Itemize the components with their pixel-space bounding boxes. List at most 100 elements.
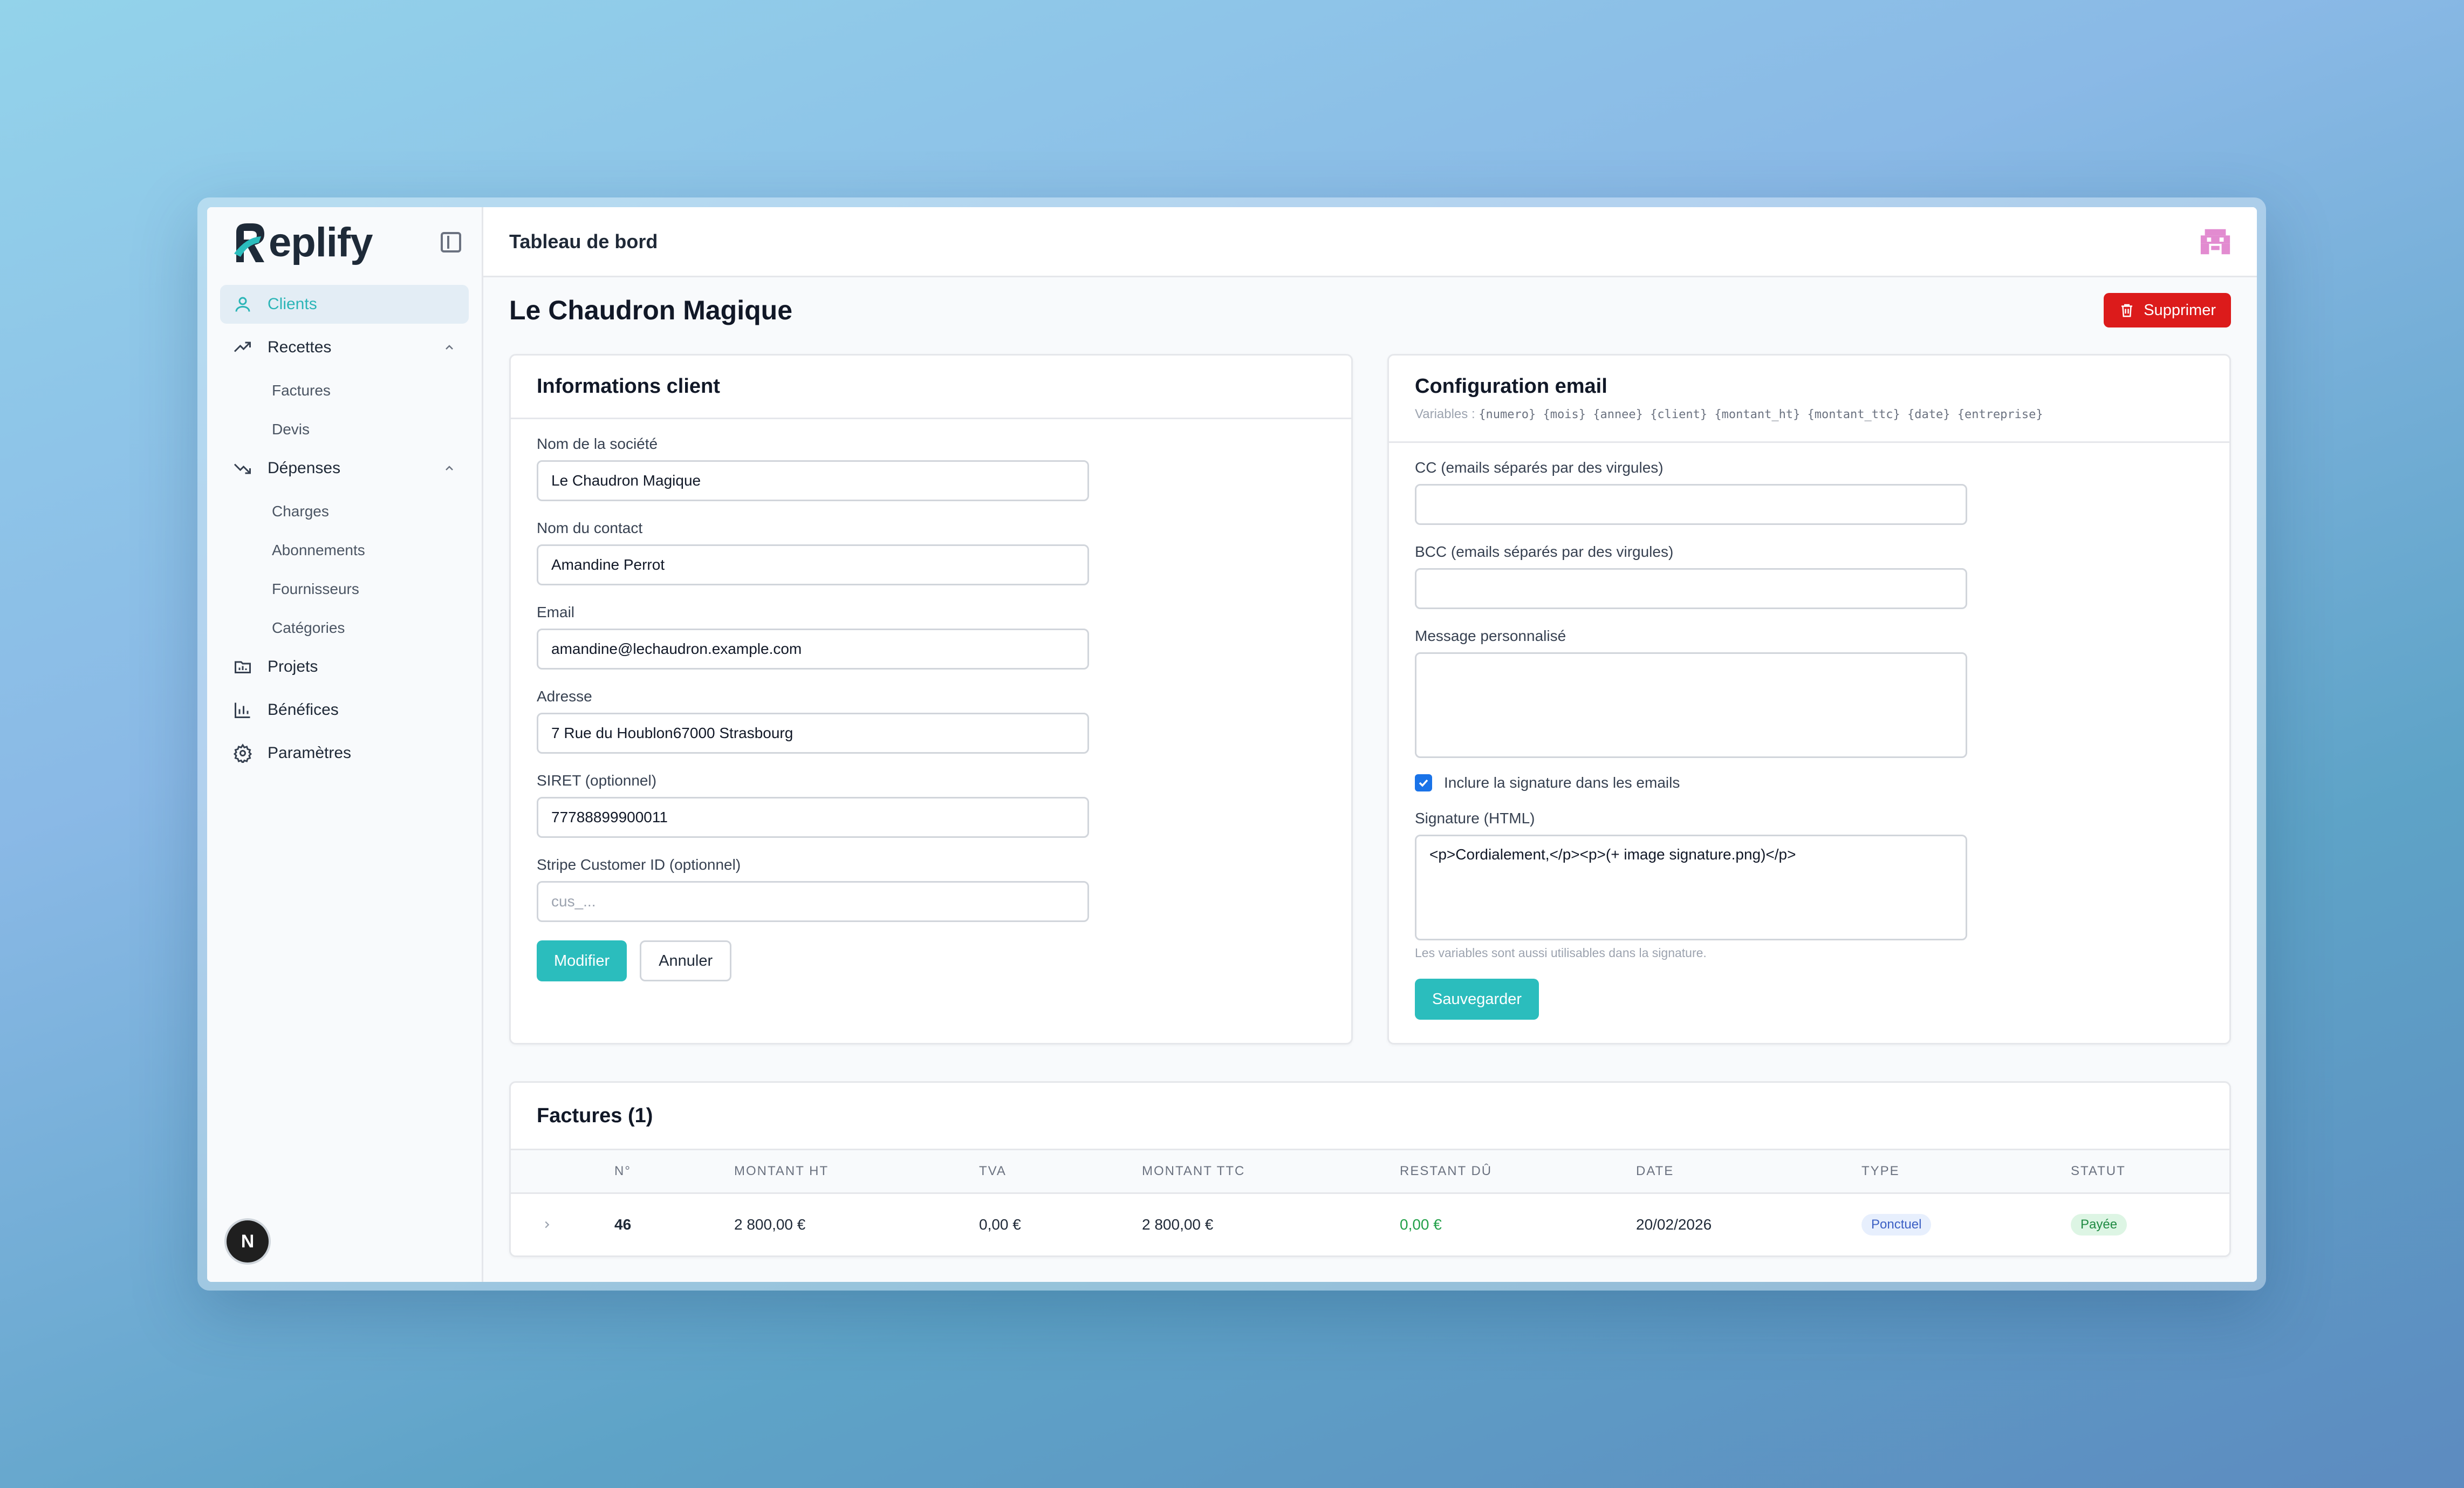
cards-row: Informations client Nom de la société Le… [483, 331, 2257, 1045]
email-input[interactable]: amandine@lechaudron.example.com [537, 629, 1089, 670]
col-header-statut: STATUT [2071, 1164, 2126, 1178]
bar-chart-icon [235, 702, 250, 718]
sidebar-subitem-factures[interactable]: Factures [220, 371, 469, 410]
sidebar-item-parametres[interactable]: Paramètres [220, 734, 469, 773]
page-header: Le Chaudron Magique Supprimer [483, 277, 2257, 331]
chevron-up-icon[interactable] [443, 341, 456, 354]
variables-list: {numero} {mois} {annee} {client} {montan… [1479, 408, 2043, 421]
signature-checkbox-label: Inclure la signature dans les emails [1444, 774, 1680, 791]
contact-name-input[interactable]: Amandine Perrot [537, 544, 1089, 585]
sidebar-item-recettes[interactable]: Recettes [220, 328, 469, 367]
app-name: eplify [269, 220, 373, 265]
card-body: CC (emails séparés par des virgules) BCC… [1389, 443, 2229, 1036]
client-info-card: Informations client Nom de la société Le… [509, 354, 1353, 1045]
save-button[interactable]: Sauvegarder [1415, 979, 1539, 1020]
field-siret: SIRET (optionnel) 77788899900011 [537, 772, 1325, 838]
chevron-up-icon[interactable] [443, 462, 456, 475]
topbar-title: Tableau de bord [509, 230, 658, 252]
invoices-card: Factures (1) N° MONTANT HT TVA MONTANT T… [509, 1081, 2231, 1257]
sidebar-item-label: Projets [268, 658, 318, 675]
col-header-montant-ttc: MONTANT TTC [1142, 1164, 1245, 1178]
address-input[interactable]: 7 Rue du Houblon67000 Strasbourg [537, 713, 1089, 754]
signature-textarea[interactable]: <p>Cordialement,</p><p>(+ image signatur… [1415, 835, 1967, 940]
sidebar-subitem-categories[interactable]: Catégories [220, 609, 469, 647]
sidebar-item-benefices[interactable]: Bénéfices [220, 691, 469, 729]
signature-hint: Les variables sont aussi utilisables dan… [1415, 946, 1707, 960]
cancel-button[interactable]: Annuler [640, 940, 732, 981]
field-label: Message personnalisé [1415, 627, 1566, 644]
app-logo[interactable]: eplify [233, 221, 373, 263]
user-icon [235, 297, 250, 312]
siret-input[interactable]: 77788899900011 [537, 797, 1089, 838]
sidebar-item-depenses[interactable]: Dépenses [220, 449, 469, 488]
col-header-date: DATE [1636, 1164, 1674, 1178]
form-actions: Modifier Annuler [537, 940, 1325, 981]
field-contact-name: Nom du contact Amandine Perrot [537, 520, 1325, 585]
chevron-right-icon[interactable] [541, 1219, 553, 1231]
sidebar-item-projets[interactable]: Projets [220, 647, 469, 686]
cell-montant-ht: 2 800,00 € [734, 1216, 806, 1233]
sidebar-item-label: Dépenses [268, 459, 341, 477]
sidebar-item-label: Paramètres [268, 744, 352, 762]
cc-input[interactable] [1415, 484, 1967, 525]
cell-statut: Payée [2071, 1194, 2211, 1255]
delete-button[interactable]: Supprimer [2104, 293, 2231, 327]
sidebar-item-clients[interactable]: Clients [220, 285, 469, 324]
sidebar-subitem-fournisseurs[interactable]: Fournisseurs [220, 570, 469, 609]
sidebar-item-label: Clients [268, 295, 317, 313]
delete-button-label: Supprimer [2144, 301, 2216, 319]
variables-prefix: Variables : [1415, 407, 1479, 421]
logo-row: eplify [207, 207, 482, 277]
gear-icon [233, 743, 252, 763]
field-label: Nom de la société [537, 435, 658, 452]
field-label: Email [537, 604, 575, 620]
field-label: Adresse [537, 688, 592, 705]
col-header-type: TYPE [1861, 1164, 1900, 1178]
field-label: Signature (HTML) [1415, 810, 1535, 827]
card-header: Informations client [511, 356, 1351, 419]
signature-checkbox[interactable] [1415, 774, 1432, 791]
field-address: Adresse 7 Rue du Houblon67000 Strasbourg [537, 688, 1325, 754]
sidebar-subitem-devis[interactable]: Devis [220, 410, 469, 449]
col-header-montant-ht: MONTANT HT [734, 1164, 829, 1178]
field-message: Message personnalisé [1415, 627, 2203, 758]
stripe-id-input[interactable]: cus_... [537, 881, 1089, 922]
field-email: Email amandine@lechaudron.example.com [537, 604, 1325, 670]
card-title: Configuration email [1415, 375, 1607, 398]
signature-checkbox-row: Inclure la signature dans les emails [1415, 774, 2203, 791]
cell-numero: 46 [614, 1216, 632, 1233]
field-label: BCC (emails séparés par des virgules) [1415, 543, 1674, 560]
trending-up-icon [234, 342, 251, 352]
field-stripe-id: Stripe Customer ID (optionnel) cus_... [537, 856, 1325, 922]
field-cc: CC (emails séparés par des virgules) [1415, 459, 2203, 525]
status-badge: Payée [2071, 1214, 2127, 1236]
folder-icon [235, 661, 251, 673]
check-icon [1419, 779, 1428, 787]
sidebar-item-label: Bénéfices [268, 701, 339, 719]
sidebar-collapse-icon[interactable] [441, 232, 461, 252]
bcc-input[interactable] [1415, 568, 1967, 609]
cell-restant-du: 0,00 € [1400, 1216, 1442, 1233]
table-row[interactable]: 46 2 800,00 € 0,00 € 2 800,00 € 0,00 € 2… [511, 1194, 2229, 1255]
app-window: eplify Clients Recettes Factures Devis D… [207, 207, 2257, 1282]
message-textarea[interactable] [1415, 652, 1967, 758]
cell-montant-ttc: 2 800,00 € [1142, 1216, 1214, 1233]
field-bcc: BCC (emails séparés par des virgules) [1415, 543, 2203, 609]
expand-cell [511, 1194, 614, 1255]
field-label: Stripe Customer ID (optionnel) [537, 856, 741, 873]
main-content: Tableau de bord Le Chaudron Magique Supp… [483, 207, 2257, 1282]
dev-tools-badge[interactable]: N [227, 1220, 269, 1262]
modify-button[interactable]: Modifier [537, 940, 627, 981]
avatar[interactable] [2199, 225, 2232, 258]
table-header: N° MONTANT HT TVA MONTANT TTC RESTANT DÛ… [511, 1149, 2229, 1194]
cell-date: 20/02/2026 [1636, 1216, 1712, 1233]
variables-hint: Variables : {numero} {mois} {annee} {cli… [1415, 407, 2203, 422]
expand-col-header [511, 1150, 614, 1192]
field-label: Nom du contact [537, 520, 643, 536]
page-title: Le Chaudron Magique [509, 295, 792, 325]
col-header-tva: TVA [979, 1164, 1007, 1178]
sidebar-subitem-abonnements[interactable]: Abonnements [220, 531, 469, 570]
sidebar-subitem-charges[interactable]: Charges [220, 492, 469, 531]
company-name-input[interactable]: Le Chaudron Magique [537, 460, 1089, 501]
field-label: SIRET (optionnel) [537, 772, 657, 789]
